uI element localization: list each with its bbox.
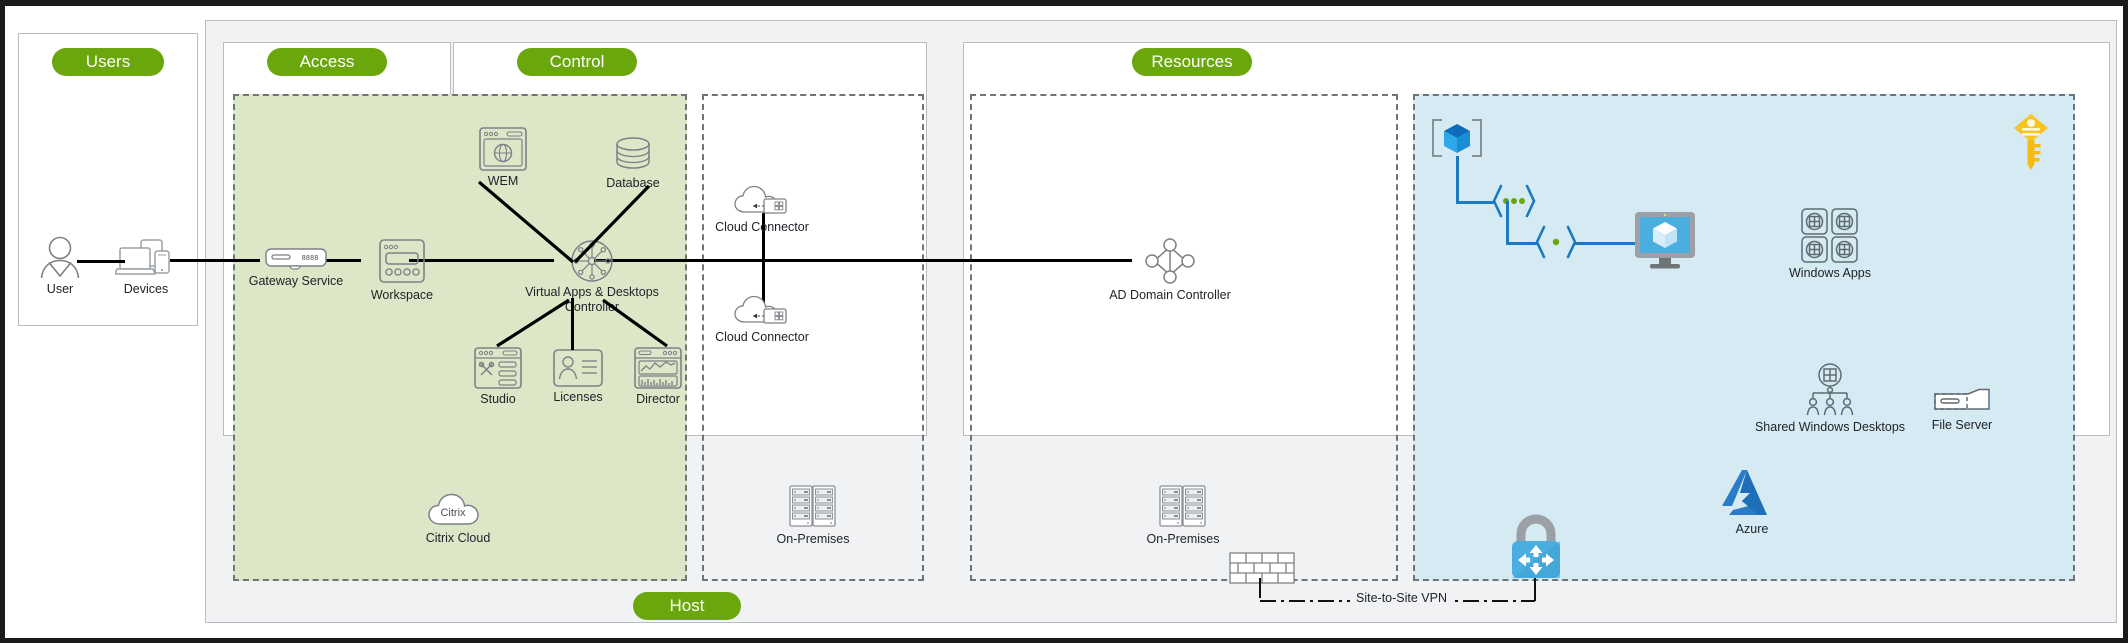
studio-icon (474, 347, 522, 389)
shared-desktops-icon (1806, 363, 1854, 416)
node-azure-label: Azure (1735, 522, 1769, 536)
node-on-premises-resources-label: On-Premises (1146, 532, 1220, 546)
node-file-server: File Server (1907, 388, 2017, 433)
link-controller-director (602, 298, 668, 348)
vpn-gateway-lock-icon (1512, 514, 1560, 578)
citrix-cloud-icon: Citrix (428, 493, 479, 525)
window-frame-bottom (0, 638, 2128, 643)
zone-label-users: Users (52, 48, 164, 76)
node-azure-resource-group (1428, 114, 1486, 162)
node-licenses-label: Licenses (553, 390, 603, 404)
node-cloud-connector-top: Cloud Connector (707, 184, 817, 235)
node-gateway-service: 8888 Gateway Service (237, 246, 355, 289)
licenses-icon (553, 349, 603, 387)
workspace-icon (379, 239, 425, 283)
azure-pipeline-icon-1 (1492, 184, 1536, 218)
cloud-connector-icon (734, 185, 787, 214)
diagram-canvas: Users User Devices Host Access Control R… (0, 0, 2128, 643)
server-rack-icon (789, 485, 836, 527)
key-icon (2014, 114, 2048, 170)
gateway-icon: 8888 (265, 248, 327, 270)
diagram-page: Users User Devices Host Access Control R… (5, 6, 2123, 638)
azure-link-h3 (1574, 242, 1636, 245)
node-windows-apps: Windows Apps (1740, 206, 1920, 281)
azure-logo-icon (1722, 470, 1767, 515)
node-key (2005, 112, 2057, 174)
azure-pipeline-icon-2 (1535, 225, 1577, 259)
zone-label-resources: Resources (1132, 48, 1252, 76)
node-vpn-gateway (1501, 514, 1571, 580)
azure-resource-group-icon (1432, 119, 1482, 157)
node-director-label: Director (636, 392, 680, 406)
node-studio: Studio (453, 346, 543, 407)
node-cloud-connector-top-label: Cloud Connector (715, 220, 809, 234)
node-shared-windows-desktops: Shared Windows Desktops (1725, 362, 1935, 435)
node-on-premises-connector-label: On-Premises (776, 532, 850, 546)
node-windows-apps-label: Windows Apps (1789, 266, 1871, 280)
link-controller-studio (496, 298, 570, 348)
node-studio-label: Studio (480, 392, 516, 406)
devices-icon (115, 239, 170, 275)
node-ad-domain-controller: AD Domain Controller (1085, 236, 1255, 303)
node-devices: Devices (98, 238, 194, 297)
node-user-label: User (46, 282, 74, 296)
node-shared-windows-desktops-label: Shared Windows Desktops (1754, 420, 1906, 434)
windows-apps-icon (1801, 208, 1858, 263)
server-rack-icon (1159, 485, 1206, 527)
node-gateway-service-label: Gateway Service (248, 274, 344, 288)
azure-link-v1 (1456, 156, 1459, 203)
node-on-premises-resources: On-Premises (1127, 484, 1239, 547)
node-azure: Azure (1697, 468, 1807, 537)
zone-label-host: Host (633, 592, 741, 620)
node-citrix-cloud: Citrix Citrix Cloud (398, 491, 518, 546)
node-ad-domain-controller-label: AD Domain Controller (1109, 288, 1231, 302)
cloud-connector-icon (734, 295, 787, 324)
node-user: User (15, 236, 105, 297)
svg-text:8888: 8888 (302, 255, 319, 263)
window-frame-right (2123, 0, 2128, 643)
zone-label-access: Access (267, 48, 387, 76)
node-citrix-cloud-label: Citrix Cloud (425, 531, 491, 545)
node-file-server-label: File Server (1931, 418, 1993, 432)
svg-text:Citrix: Citrix (440, 507, 466, 519)
wem-icon (479, 127, 527, 171)
node-licenses: Licenses (533, 348, 623, 405)
zone-label-control: Control (517, 48, 637, 76)
director-icon (634, 347, 682, 389)
link-controller-licenses (571, 298, 574, 350)
link-site-to-site-vpn-label: Site-to-Site VPN (1350, 591, 1454, 605)
azure-vm-icon (1635, 212, 1695, 269)
node-workspace-label: Workspace (370, 288, 434, 302)
database-icon (616, 137, 650, 169)
link-user-devices (77, 260, 125, 263)
node-devices-label: Devices (123, 282, 169, 296)
node-cloud-connector-bottom-label: Cloud Connector (715, 330, 809, 344)
ad-domain-controller-icon (1145, 238, 1195, 284)
link-database-controller (573, 184, 651, 264)
file-server-icon (1934, 388, 1990, 410)
user-icon (40, 236, 80, 279)
node-on-premises-connector: On-Premises (757, 484, 869, 547)
node-workspace: Workspace (352, 238, 452, 303)
node-cloud-connector-bottom: Cloud Connector (707, 294, 817, 345)
node-director: Director (613, 346, 703, 407)
node-azure-vm-image (1629, 210, 1701, 272)
azure-link-v2 (1506, 201, 1509, 244)
